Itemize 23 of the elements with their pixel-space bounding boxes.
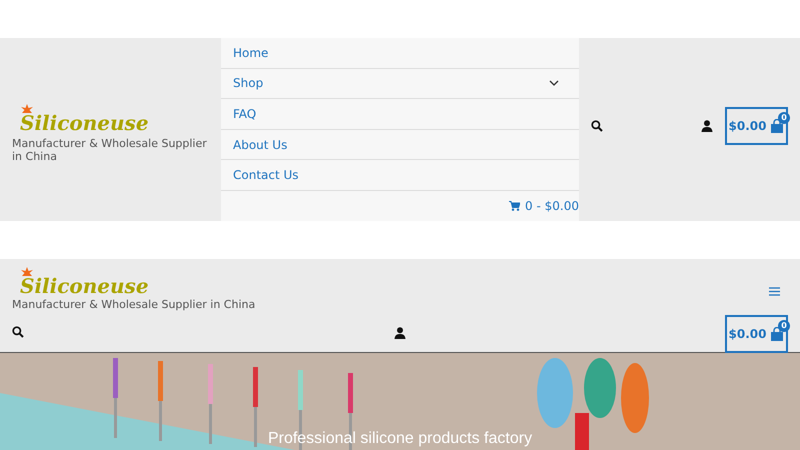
banner-caption: Professional silicone products factory (266, 429, 534, 449)
cart-count-badge: 0 (778, 320, 790, 332)
nav-link[interactable]: Shop (221, 68, 579, 100)
menu-icon[interactable] (769, 287, 780, 296)
site-tagline: Manufacturer & Wholesale Supplier in China (12, 137, 208, 164)
chevron-down-icon[interactable] (549, 80, 559, 86)
site-tagline: Manufacturer & Wholesale Supplier in China (12, 298, 256, 312)
cart-total-link[interactable]: 0 - $0.00 (525, 196, 579, 215)
cart-icon[interactable] (509, 200, 520, 211)
flower-icon (20, 267, 34, 276)
flower-icon (20, 104, 34, 113)
user-icon[interactable] (701, 120, 713, 132)
user-icon[interactable] (394, 327, 406, 339)
shopping-bag-icon (770, 327, 784, 341)
cart-count-badge: 0 (778, 112, 790, 124)
shopping-bag-icon (770, 118, 784, 132)
nav-link[interactable]: About Us (221, 130, 579, 160)
cart-button[interactable]: $0.00 0 (725, 106, 788, 144)
nav-link[interactable]: FAQ (221, 99, 579, 130)
nav-link[interactable]: Home (221, 38, 579, 69)
nav-link[interactable]: Contact Us (221, 160, 579, 191)
search-icon[interactable] (12, 326, 24, 338)
search-icon[interactable] (591, 120, 603, 132)
